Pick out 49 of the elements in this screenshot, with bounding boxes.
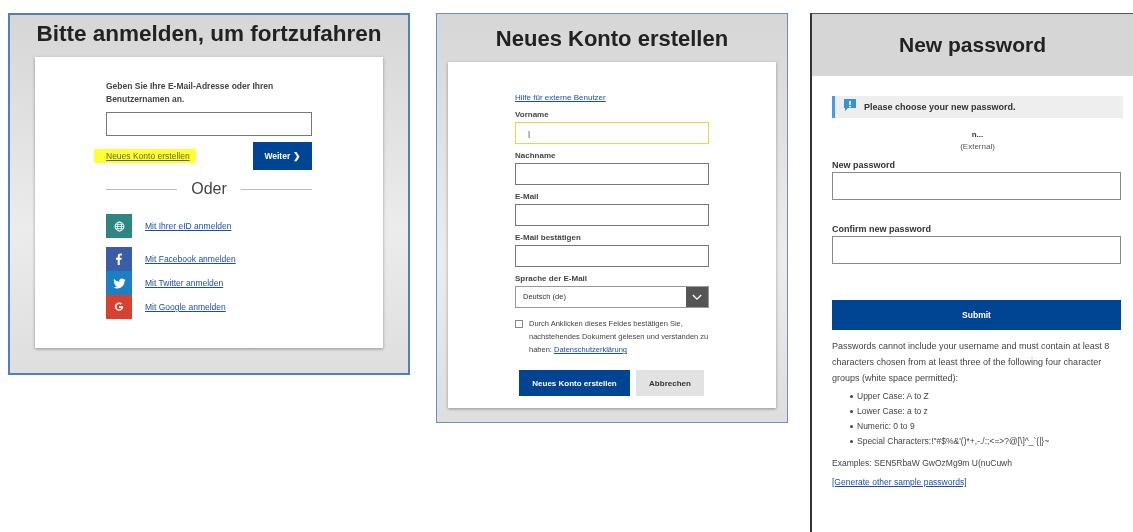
- field-label: Confirm new password: [832, 224, 932, 234]
- twitter-icon[interactable]: [106, 271, 132, 295]
- field-label: New password: [832, 160, 897, 170]
- create-account-link[interactable]: Neues Konto erstellen: [94, 149, 196, 163]
- generate-link[interactable]: [Generate other sample passwords]: [832, 477, 967, 487]
- rule-item: Numeric: 0 to 9: [857, 420, 915, 433]
- panel-title: New password: [898, 33, 1046, 57]
- submit-button[interactable]: Submit: [832, 300, 1121, 330]
- panel-title: Bitte anmelden, um fortzufahren: [35, 21, 383, 47]
- rule-item: Lower Case: a to z: [857, 405, 928, 418]
- sign-in-link[interactable]: Mit Twitter anmelden: [145, 278, 224, 288]
- text-field[interactable]: [515, 245, 709, 267]
- sign-in-link[interactable]: Mit Facebook anmelden: [145, 254, 236, 264]
- rules-text: Passwords cannot include your username and must contain at least 8 characters chosen from at least three of the following four character groups (white space permitted):: [832, 340, 1111, 385]
- bullet-icon: [850, 425, 853, 428]
- text-field[interactable]: [515, 163, 709, 185]
- field-label: Vorname: [515, 109, 550, 121]
- globe-icon[interactable]: [106, 214, 132, 238]
- chevron-down-icon: [686, 287, 708, 307]
- facebook-icon[interactable]: [106, 247, 132, 271]
- sign-in-link[interactable]: Mit Google anmelden: [145, 302, 226, 312]
- password-field[interactable]: [832, 236, 1121, 264]
- next-button[interactable]: Weiter ❯: [253, 142, 312, 170]
- rule-item: Special Characters:!"#$%&'()*+,-./:;<=>?@[\]^_`{|}~: [857, 435, 1050, 448]
- field-label: Geben Sie Ihre E-Mail-Adresse oder Ihren Benutzernamen an.: [106, 80, 275, 106]
- help-link[interactable]: Hilfe für externe Benutzer: [515, 93, 606, 102]
- checkbox[interactable]: [515, 320, 523, 328]
- text-field[interactable]: [515, 204, 709, 226]
- rule-item: Upper Case: A to Z: [857, 390, 929, 403]
- bullet-icon: [850, 440, 853, 443]
- password-field[interactable]: [832, 172, 1121, 200]
- field-label: E-Mail bestätigen: [515, 232, 582, 244]
- create-account-button[interactable]: Neues Konto erstellen: [519, 370, 630, 396]
- text-field[interactable]: |: [515, 122, 709, 144]
- cancel-button[interactable]: Abbrechen: [636, 370, 704, 396]
- panel-title: Neues Konto erstellen: [494, 26, 730, 52]
- field-label: Sprache der E-Mail: [515, 273, 589, 285]
- user-name: n...: [970, 130, 985, 139]
- field-label: E-Mail: [515, 191, 540, 203]
- username-field[interactable]: [106, 112, 312, 136]
- notice-text: Please choose your new password.: [864, 102, 1016, 112]
- divider-label: Oder: [191, 180, 227, 198]
- bullet-icon: [850, 410, 853, 413]
- google-icon[interactable]: [106, 295, 132, 319]
- bullet-icon: [850, 395, 853, 398]
- examples-text: Examples: SEN5RbaW GwOzMg9m U(nuCuwh: [832, 457, 1013, 470]
- sign-in-link[interactable]: Mit Ihrer eID anmelden: [145, 221, 232, 231]
- field-label: Nachname: [515, 150, 557, 162]
- user-type: (External): [959, 142, 996, 151]
